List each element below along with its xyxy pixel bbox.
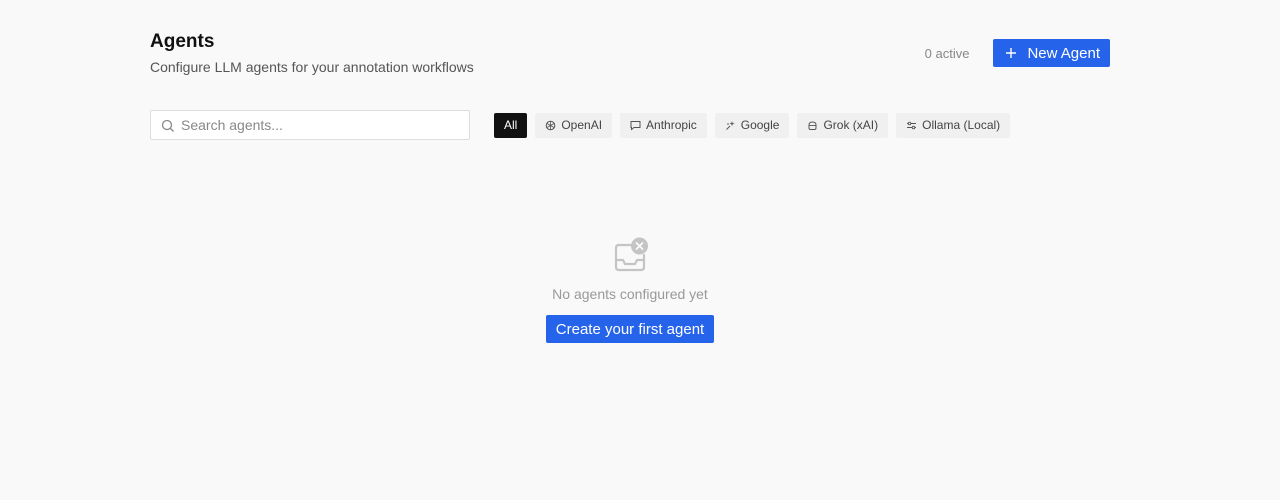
provider-filters: All OpenAI Anthropic Google Grok (xAI) O… bbox=[494, 112, 1011, 138]
filter-grok[interactable]: Grok (xAI) bbox=[797, 112, 889, 138]
sliders-icon bbox=[907, 121, 917, 129]
filter-label: Ollama (Local) bbox=[922, 118, 1001, 132]
empty-message: No agents configured yet bbox=[552, 286, 708, 302]
grok-icon bbox=[808, 120, 817, 130]
page-header: Agents Configure LLM agents for your ann… bbox=[150, 31, 1110, 81]
create-first-agent-button[interactable]: Create your first agent bbox=[545, 315, 715, 343]
filter-anthropic[interactable]: Anthropic bbox=[620, 112, 707, 138]
toolbar: All OpenAI Anthropic bbox=[150, 110, 1110, 140]
new-agent-button[interactable]: New Agent bbox=[993, 39, 1110, 67]
chat-bubble-icon bbox=[630, 120, 641, 131]
new-agent-label: New Agent bbox=[1027, 44, 1100, 62]
filter-openai[interactable]: OpenAI bbox=[535, 112, 613, 138]
sparkle-icon bbox=[725, 120, 735, 130]
empty-state: No agents configured yet Create your fir… bbox=[0, 236, 1260, 343]
search-icon bbox=[161, 119, 174, 132]
filter-label: All bbox=[504, 118, 518, 132]
agents-page: Agents Configure LLM agents for your ann… bbox=[0, 0, 1280, 500]
filter-google[interactable]: Google bbox=[714, 112, 790, 138]
filter-label: Grok (xAI) bbox=[823, 118, 879, 132]
header-actions: 0 active New Agent bbox=[925, 39, 1110, 67]
empty-inbox-icon bbox=[614, 237, 648, 272]
search-box bbox=[150, 110, 470, 140]
active-count: 0 active bbox=[924, 45, 970, 61]
plus-icon bbox=[1006, 48, 1017, 58]
search-input[interactable] bbox=[181, 111, 461, 139]
openai-icon bbox=[546, 120, 556, 130]
filter-ollama[interactable]: Ollama (Local) bbox=[896, 112, 1011, 138]
filter-all[interactable]: All bbox=[494, 112, 528, 138]
filter-label: Google bbox=[740, 118, 780, 132]
filter-label: Anthropic bbox=[646, 118, 697, 132]
filter-label: OpenAI bbox=[561, 118, 603, 132]
